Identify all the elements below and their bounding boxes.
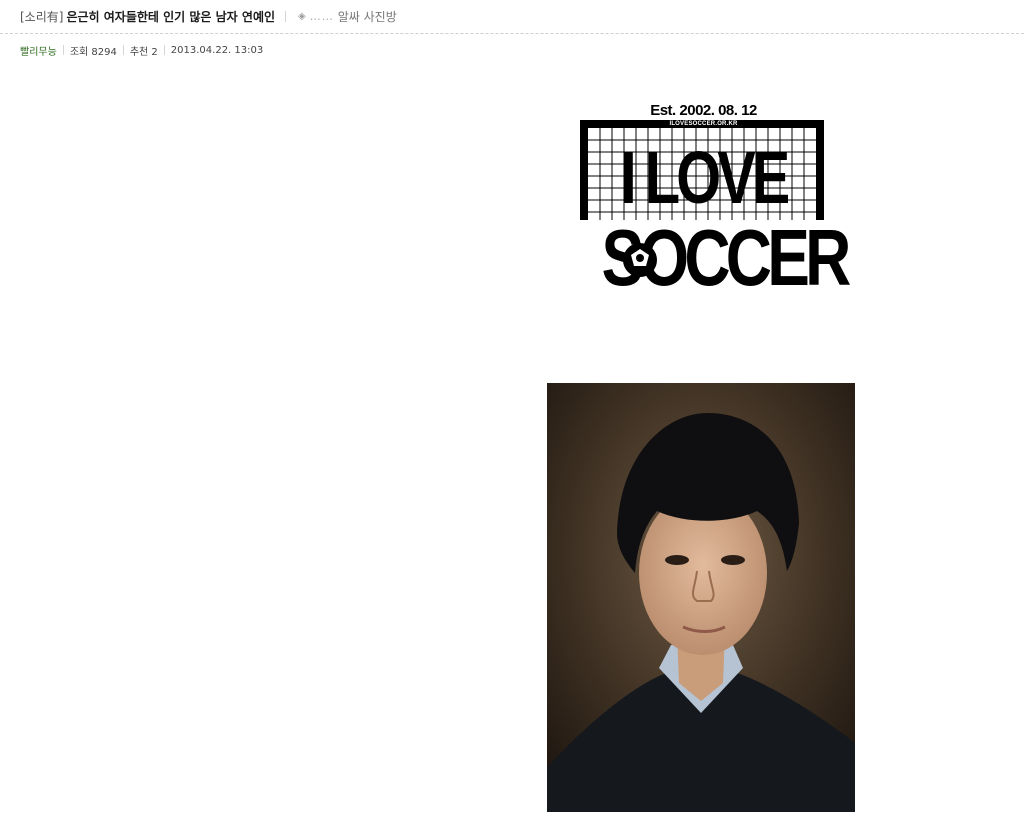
board-dots: …… [309, 10, 334, 23]
meta-divider [62, 45, 64, 55]
post-datetime: 2013.04.22. 13:03 [170, 44, 264, 56]
post-meta: 빨리무능 조회 8294 추천 2 2013.04.22. 13:03 [20, 42, 263, 58]
soccer-ball-icon [623, 243, 657, 277]
title-divider [285, 11, 287, 22]
post-category[interactable]: [소리有] [20, 8, 63, 25]
logo-url-text: ILOVESOCCER.OR.KR [669, 121, 738, 127]
diamond-icon: ◈ [298, 11, 306, 22]
profile-photo [547, 383, 855, 812]
meta-divider [163, 45, 165, 55]
post-title: 은근히 여자들한테 인기 많은 남자 연예인 [66, 10, 276, 24]
meta-divider [122, 45, 124, 55]
logo-est-text: Est. 2002. 08. 12 [650, 102, 757, 119]
i-love-soccer-logo: Est. 2002. 08. 12 ILOVESOCCER.OR.KR I LO… [576, 100, 851, 298]
post-title-bar: [소리有] 은근히 여자들한테 인기 많은 남자 연예인 ◈ …… 알싸 사진방 [0, 0, 1024, 34]
author-name[interactable]: 빨리무능 [20, 43, 57, 58]
board-link[interactable]: 알싸 사진방 [338, 8, 397, 25]
like-count: 추천 2 [129, 46, 158, 58]
view-count: 조회 8294 [69, 46, 117, 58]
logo-line-i-love: I LOVE [620, 136, 791, 219]
